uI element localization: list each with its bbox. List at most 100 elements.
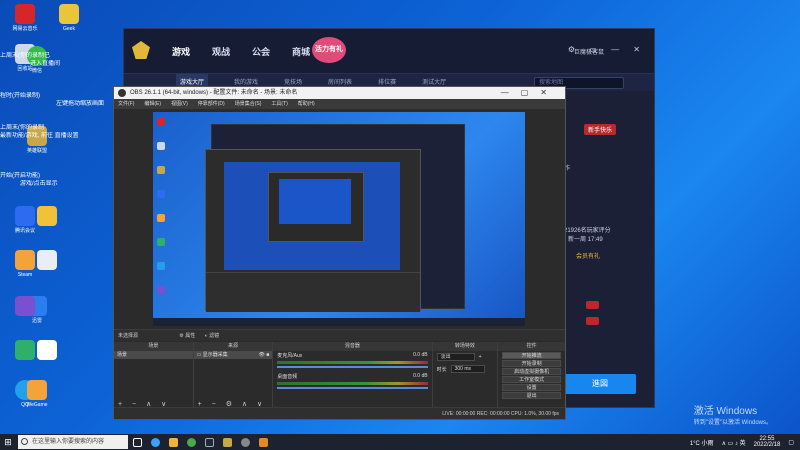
preview-icon	[157, 142, 165, 150]
mixer-channel-mic: 麦克风/Aux 0.0 dB	[277, 352, 428, 359]
game-nav-guild[interactable]: 公会	[252, 45, 270, 58]
tray-icons[interactable]: ∧ ▭ ♪ 英	[722, 438, 746, 447]
taskbar: ⊞ 在这里输入你要搜索的内容 1°C 小雨 ∧ ▭ ♪ 英 22:55 2022…	[0, 434, 800, 450]
transition-add-button[interactable]: +	[479, 354, 482, 360]
desktop-icon-extra2[interactable]	[24, 250, 70, 272]
activation-watermark: 激活 Windows 转到"设置"以激活 Windows。	[693, 406, 772, 426]
game-logo-icon	[132, 41, 150, 59]
menu-view[interactable]: 视图(V)	[171, 99, 188, 109]
obs-title-text: OBS 26.1.1 (64-bit, windows) - 配置文件: 未命名…	[130, 90, 298, 96]
menu-edit[interactable]: 编辑(E)	[144, 99, 161, 109]
edge-icon[interactable]	[146, 434, 164, 450]
preview-icon	[157, 238, 165, 246]
properties-button[interactable]: ⚙ 属性	[179, 333, 195, 339]
virtual-camera-button[interactable]: 启动虚拟摄像机	[502, 368, 561, 375]
map-icon	[15, 340, 35, 360]
preview-icon	[157, 214, 165, 222]
newbie-tag[interactable]: 新手快乐	[584, 124, 617, 135]
obs-taskbar-icon[interactable]	[236, 434, 254, 450]
task-view-icon[interactable]	[128, 434, 146, 450]
weather-widget[interactable]: 1°C 小雨	[690, 438, 714, 447]
app-taskbar-icon[interactable]	[254, 434, 272, 450]
desktop-icon-geek[interactable]: Geek	[46, 4, 92, 32]
scene-item[interactable]: 场景	[114, 351, 193, 359]
search-icon	[21, 438, 28, 445]
game-taskbar-icon[interactable]	[218, 434, 236, 450]
settings-button[interactable]: 设置	[502, 384, 561, 391]
game-nav-watch[interactable]: 观战	[212, 45, 230, 58]
transitions-dock-title: 转场特效	[432, 342, 498, 351]
preview-taskbar	[153, 318, 525, 326]
notification-icon[interactable]: ▢	[788, 439, 794, 446]
app-icon	[37, 250, 57, 270]
game-nav: 游戏 观战 公会 商城	[172, 45, 310, 58]
preview-icon	[157, 190, 165, 198]
obs-docks: 场景 场景 + − ∧ ∨ 来源 ▭ 显示器采集 👁 ■ + − ⚙ ∧ ∨ 混音…	[114, 342, 565, 409]
studio-mode-button[interactable]: 工作室模式	[502, 376, 561, 383]
preview-nested-obs	[268, 172, 364, 242]
game-nav-shop[interactable]: 商城	[292, 45, 310, 58]
menu-help[interactable]: 帮助(H)	[298, 99, 315, 109]
windows-start-icon[interactable]: ⊞	[0, 434, 16, 450]
no-source-label: 未选择源	[118, 333, 139, 339]
chrome-icon[interactable]	[182, 434, 200, 450]
filters-button[interactable]: ◐ 滤镜	[205, 333, 219, 339]
menu-docks[interactable]: 停靠部件(D)	[198, 99, 225, 109]
sources-dock: 来源 ▭ 显示器采集 👁 ■ + − ⚙ ∧ ∨	[193, 342, 274, 409]
sources-dock-title: 来源	[193, 342, 273, 351]
steam-taskbar-icon[interactable]	[200, 434, 218, 450]
desktop-level-meter	[277, 382, 428, 385]
exit-button[interactable]: 退出	[502, 392, 561, 399]
obs-window[interactable]: OBS 26.1.1 (64-bit, windows) - 配置文件: 未命名…	[113, 86, 566, 420]
obs-window-controls[interactable]: —▢✕	[501, 87, 559, 99]
desktop-overlay-text-2: 程时(开始录制) 左键拖动缩放画面	[0, 93, 105, 107]
game-nav-games[interactable]: 游戏	[172, 45, 190, 58]
desktop-icon-game2[interactable]	[2, 296, 48, 318]
game-window-controls[interactable]: ⚙ ▭ — ✕	[568, 45, 646, 54]
controls-dock-title: 控件	[498, 342, 565, 351]
mic-volume-slider[interactable]	[277, 366, 428, 368]
game-right-label-1: 作	[564, 166, 571, 172]
file-explorer-icon[interactable]	[164, 434, 182, 450]
join-game-button[interactable]: 進図	[564, 374, 636, 394]
menu-scene-collection[interactable]: 场景集合(S)	[235, 99, 262, 109]
desktop-icon-extra[interactable]	[24, 206, 70, 228]
duration-input[interactable]: 300 ms	[450, 365, 485, 373]
scenes-dock-title: 场景	[114, 342, 193, 351]
game-red-button-2[interactable]	[586, 317, 600, 325]
visibility-icon[interactable]: 👁 ■	[259, 351, 273, 359]
system-tray: 1°C 小雨 ∧ ▭ ♪ 英 22:55 2022/2/18 ▢	[690, 434, 794, 450]
start-streaming-button[interactable]: 开始推流	[502, 352, 561, 359]
obs-logo-icon	[118, 89, 126, 97]
menu-tools[interactable]: 工具(T)	[271, 99, 287, 109]
desktop-icon-wegame[interactable]: WeGame	[14, 380, 60, 408]
desktop-icon-map[interactable]	[2, 340, 48, 362]
desktop-volume-slider[interactable]	[277, 387, 428, 389]
preview-nested-canvas-2	[279, 179, 351, 224]
desktop-overlay-text: 上周末(你的录制已 进入直播间	[0, 53, 61, 67]
transition-select[interactable]: 淡出	[436, 353, 475, 361]
duration-row: 时长 300 ms	[433, 363, 498, 375]
preview-icon	[157, 166, 165, 174]
obs-titlebar[interactable]: OBS 26.1.1 (64-bit, windows) - 配置文件: 未命名…	[114, 87, 565, 99]
transitions-dock: 转场特效 淡出 + 时长 300 ms	[432, 342, 499, 409]
game-right-label-2: 21926名玩家评分	[564, 228, 611, 234]
source-item[interactable]: ▭ 显示器采集 👁 ■	[193, 351, 273, 359]
desktop-overlay-text-3: 上周末(你的录制 最新功能/游戏, 前往 直播设置	[0, 125, 79, 139]
preview-icon	[157, 286, 165, 294]
game-red-button-1[interactable]	[586, 301, 600, 309]
obs-preview-area[interactable]	[114, 109, 565, 329]
mixer-dock-title: 混音器	[273, 342, 432, 351]
event-badge[interactable]: 活力有礼	[312, 37, 346, 63]
start-recording-button[interactable]: 开始录制	[502, 360, 561, 367]
clock[interactable]: 22:55 2022/2/18	[754, 436, 781, 448]
taskbar-search-input[interactable]: 在这里输入你要搜索的内容	[18, 435, 128, 449]
menu-file[interactable]: 文件(F)	[118, 99, 134, 109]
member-gift-label[interactable]: 会员有礼	[576, 251, 656, 260]
game-header: 游戏 观战 公会 商城 活力有礼 巨魔极客鼠 ⚙ ▭ — ✕	[124, 29, 654, 73]
scenes-dock: 场景 场景 + − ∧ ∨	[114, 342, 194, 409]
desktop-icon-netease[interactable]: 网易云音乐	[2, 4, 48, 32]
obs-preview-canvas[interactable]	[153, 112, 525, 326]
obs-menubar: 文件(F) 编辑(E) 视图(V) 停靠部件(D) 场景集合(S) 工具(T) …	[114, 99, 565, 109]
controls-dock: 控件 开始推流 开始录制 启动虚拟摄像机 工作室模式 设置 退出	[498, 342, 565, 409]
